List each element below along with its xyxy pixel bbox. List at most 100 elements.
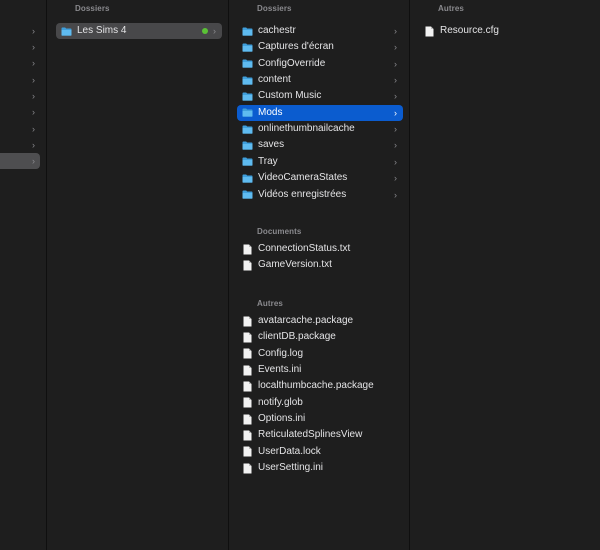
document-icon [425,26,434,36]
list-item[interactable]: › [0,23,40,39]
folder-item[interactable]: Custom Music › [237,88,403,104]
file-label: clientDB.package [258,331,336,343]
file-item[interactable]: localthumbcache.package [237,378,403,394]
folder-label: cachestr [258,25,296,36]
section-header-autres: Autres [257,299,283,308]
document-icon [243,397,252,408]
file-label: avatarcache.package [258,315,354,326]
document-icon [243,463,252,474]
chevron-right-icon: › [32,156,35,166]
column-sims-parent: Dossiers Les Sims 4 › [48,0,229,550]
file-label: Options.ini [258,413,306,425]
folder-item[interactable]: Vidéos enregistrées › [237,187,403,203]
list-item[interactable]: › [0,137,40,153]
chevron-right-icon: › [394,140,397,151]
list-item[interactable]: › [0,104,40,120]
file-item[interactable]: GameVersion.txt [237,257,403,273]
list-item[interactable]: › [0,88,40,104]
folder-item[interactable]: Tray › [237,154,403,170]
folder-label: Mods [258,106,283,118]
chevron-right-icon: › [394,58,397,69]
document-icon [243,430,252,441]
chevron-right-icon: › [32,58,35,68]
folder-icon [242,76,253,85]
folder-item[interactable]: Captures d'écran › [237,39,403,55]
document-icon [243,260,252,271]
list-item-selected[interactable]: › [0,153,40,169]
folder-label: onlinethumbnailcache [258,123,355,135]
file-label: ConnectionStatus.txt [258,243,351,254]
list-item[interactable]: › [0,121,40,137]
chevron-right-icon: › [394,26,397,36]
document-icon [243,332,252,343]
folder-icon [242,108,253,117]
chevron-right-icon: › [32,140,35,150]
document-icon [243,244,252,254]
chevron-right-icon: › [32,26,35,36]
folder-item-les-sims-4[interactable]: Les Sims 4 › [56,23,222,39]
chevron-right-icon: › [32,124,35,134]
file-label: localthumbcache.package [258,380,374,392]
folder-icon [242,27,253,36]
file-item[interactable]: Options.ini [237,411,403,427]
folder-item-selected[interactable]: Mods › [237,104,403,121]
chevron-right-icon: › [32,75,35,85]
folder-item[interactable]: saves › [237,137,403,153]
document-icon [243,414,252,425]
chevron-right-icon: › [394,42,397,53]
column-browser: › › › › › › › › › Dossiers Les Sims 4 › … [0,0,600,550]
folder-icon [242,59,253,68]
chevron-right-icon: › [32,42,35,52]
list-item[interactable]: › [0,39,40,55]
file-item[interactable]: clientDB.package [237,329,403,345]
folder-item[interactable]: onlinethumbnailcache › [237,121,403,137]
folder-label: Tray [258,155,278,167]
file-label: UserSetting.ini [258,462,324,474]
folder-label: Les Sims 4 [77,25,127,36]
file-item[interactable]: Config.log [237,346,403,362]
file-item[interactable]: ConnectionStatus.txt [237,241,403,257]
folder-icon [242,157,253,166]
section-header-documents: Documents [257,227,302,236]
folder-icon [242,141,253,150]
folder-icon [242,43,253,52]
section-header-dossiers: Dossiers [75,4,110,13]
folder-icon [242,125,253,134]
document-icon [243,446,252,457]
folder-label: content [258,74,291,86]
folder-item[interactable]: cachestr › [237,23,403,39]
column-mods-contents: Autres Resource.cfg [411,0,600,550]
folder-icon [61,27,72,36]
chevron-right-icon: › [394,75,397,86]
file-item[interactable]: ReticulatedSplinesView [237,427,403,443]
folder-label: Custom Music [258,90,322,102]
chevron-right-icon: › [394,173,397,184]
list-item[interactable]: › [0,55,40,71]
section-header-dossiers: Dossiers [257,4,292,13]
folder-label: ConfigOverride [258,57,326,69]
chevron-right-icon: › [394,107,397,118]
chevron-right-icon: › [394,124,397,135]
folder-label: saves [258,139,285,151]
chevron-right-icon: › [213,26,216,36]
folder-label: VideoCameraStates [258,172,348,184]
file-item[interactable]: notify.glob [237,395,403,411]
file-item[interactable]: UserData.lock [237,444,403,460]
folder-label: Captures d'écran [258,41,334,53]
section-header-autres: Autres [438,4,464,13]
file-label: GameVersion.txt [258,259,332,271]
file-item[interactable]: Events.ini [237,362,403,378]
list-item[interactable]: › [0,72,40,88]
file-item[interactable]: UserSetting.ini [237,460,403,476]
file-label: Config.log [258,347,304,359]
file-label: Events.ini [258,364,302,376]
file-label: notify.glob [258,396,303,408]
folder-item[interactable]: content › [237,72,403,88]
file-item-resource-cfg[interactable]: Resource.cfg [419,23,589,39]
folder-label: Vidéos enregistrées [258,188,347,200]
column-sims-contents: Dossiers cachestr › Captures d'écran › Confi… [230,0,410,550]
file-item[interactable]: avatarcache.package [237,313,403,329]
folder-item[interactable]: VideoCameraStates › [237,170,403,186]
folder-item[interactable]: ConfigOverride › [237,56,403,72]
document-icon [243,381,252,392]
